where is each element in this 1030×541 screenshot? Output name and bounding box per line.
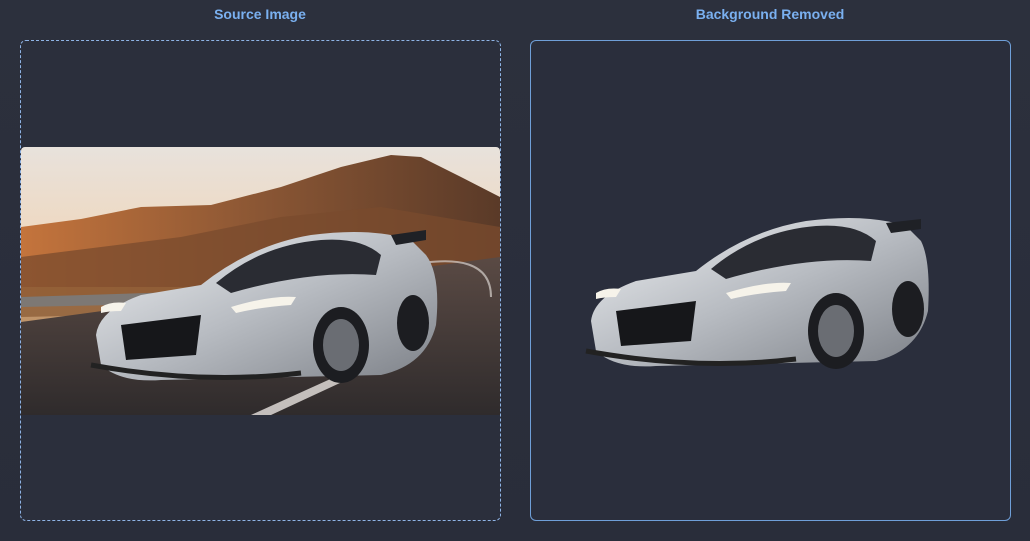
source-panel-title: Source Image [214,6,306,22]
result-image-art [585,217,929,369]
source-image [21,147,500,415]
source-image-art [21,147,500,415]
background-remover-page: Source Image Background Removed [0,0,1030,541]
source-image-dropzone[interactable] [20,40,501,521]
result-image [581,206,931,376]
result-panel-title: Background Removed [695,6,845,22]
result-image-panel [530,40,1011,521]
